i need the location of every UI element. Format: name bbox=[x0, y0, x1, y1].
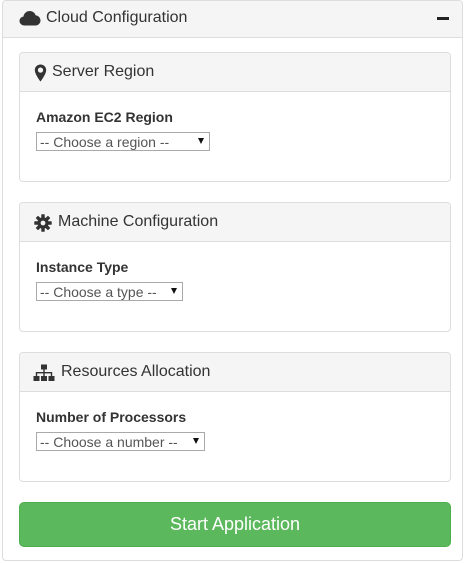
section-header: Machine Configuration bbox=[20, 203, 450, 242]
section-title: Server Region bbox=[52, 63, 155, 80]
section-header: Server Region bbox=[20, 53, 450, 92]
processors-select[interactable]: -- Choose a number -- bbox=[36, 432, 205, 451]
map-marker-icon bbox=[34, 64, 52, 82]
processors-label: Number of Processors bbox=[36, 409, 187, 425]
instance-type-select[interactable]: -- Choose a type -- bbox=[36, 282, 183, 301]
resources-allocation-section: Resources Allocation Number of Processor… bbox=[19, 352, 451, 482]
ec2-region-label: Amazon EC2 Region bbox=[36, 109, 173, 125]
chevron-down-icon bbox=[193, 438, 199, 444]
ec2-region-select-value: -- Choose a region -- bbox=[40, 134, 170, 150]
chevron-down-icon bbox=[198, 138, 204, 144]
sitemap-icon bbox=[33, 364, 55, 382]
section-header: Resources Allocation bbox=[20, 353, 450, 392]
section-title: Resources Allocation bbox=[61, 363, 211, 380]
start-application-button[interactable]: Start Application bbox=[19, 502, 451, 547]
ec2-region-select[interactable]: -- Choose a region -- bbox=[36, 132, 210, 151]
processors-select-value: -- Choose a number -- bbox=[40, 434, 178, 450]
panel-title: Cloud Configuration bbox=[46, 9, 188, 26]
cloud-icon bbox=[19, 10, 41, 26]
gear-icon bbox=[34, 214, 52, 232]
panel-header: Cloud Configuration bbox=[3, 1, 462, 38]
server-region-section: Server Region Amazon EC2 Region -- Choos… bbox=[19, 52, 451, 182]
machine-configuration-section: Machine Configuration Instance Type -- C… bbox=[19, 202, 451, 332]
instance-type-label: Instance Type bbox=[36, 259, 129, 275]
minus-icon[interactable] bbox=[436, 11, 450, 25]
cloud-configuration-panel: Cloud Configuration Server Region Amazon… bbox=[2, 0, 463, 561]
section-title: Machine Configuration bbox=[58, 213, 219, 230]
instance-type-select-value: -- Choose a type -- bbox=[40, 284, 157, 300]
chevron-down-icon bbox=[171, 288, 177, 294]
